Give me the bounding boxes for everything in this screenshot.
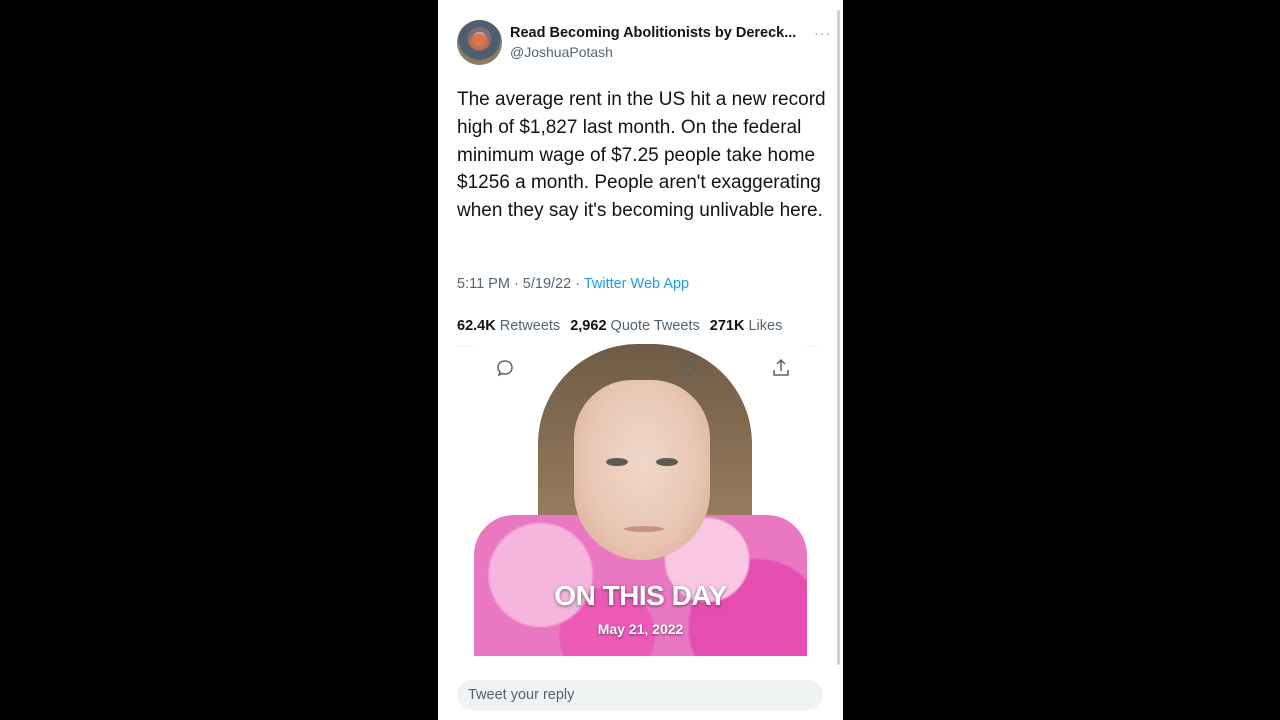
tweet-text: The average rent in the US hit a new rec…	[457, 89, 826, 222]
video-overlay-date: May 21, 2022	[597, 621, 684, 637]
reply-icon[interactable]	[493, 356, 517, 380]
heart-icon[interactable]	[677, 356, 701, 380]
display-name[interactable]: Read Becoming Abolitionists by Dereck...	[510, 25, 796, 41]
mouth	[624, 526, 664, 532]
tweet-actions	[457, 356, 819, 380]
likes-label: Likes	[748, 318, 783, 334]
tweet-source-link[interactable]: Twitter Web App	[584, 276, 689, 292]
tweet-screen: Read Becoming Abolitionists by Dereck...…	[438, 0, 843, 720]
scrollbar[interactable]	[837, 10, 840, 665]
reply-input[interactable]: Tweet your reply	[468, 687, 574, 703]
tweet-meta: 5:11 PM · 5/19/22 · Twitter Web App	[457, 276, 689, 292]
more-icon[interactable]: ···	[814, 25, 831, 41]
tweet-header: Read Becoming Abolitionists by Dereck...…	[457, 20, 830, 66]
retweets-count: 62.4K	[457, 318, 496, 334]
video-overlay-title: ON THIS DAY	[554, 580, 727, 611]
quotes-stat[interactable]: 2,962 Quote Tweets	[570, 318, 700, 334]
avatar[interactable]	[457, 20, 502, 65]
right-eye	[656, 458, 678, 466]
tweet-stats: 62.4K Retweets 2,962 Quote Tweets 271K L…	[457, 318, 819, 334]
likes-count: 271K	[709, 318, 745, 334]
user-handle[interactable]: @JoshuaPotash	[510, 44, 613, 60]
tweet-timestamp: 5:11 PM · 5/19/22 ·	[457, 276, 584, 292]
quotes-count: 2,962	[570, 318, 607, 334]
reply-bar[interactable]: Tweet your reply	[457, 680, 823, 710]
share-icon[interactable]	[769, 356, 793, 380]
quotes-label: Quote Tweets	[610, 318, 700, 334]
left-eye	[606, 458, 628, 466]
video-overlay[interactable]: ON THIS DAY May 21, 2022	[474, 340, 807, 656]
retweets-label: Retweets	[499, 318, 561, 334]
person-face	[574, 380, 710, 560]
likes-stat[interactable]: 271K Likes	[710, 318, 783, 334]
retweets-stat[interactable]: 62.4K Retweets	[457, 318, 560, 334]
